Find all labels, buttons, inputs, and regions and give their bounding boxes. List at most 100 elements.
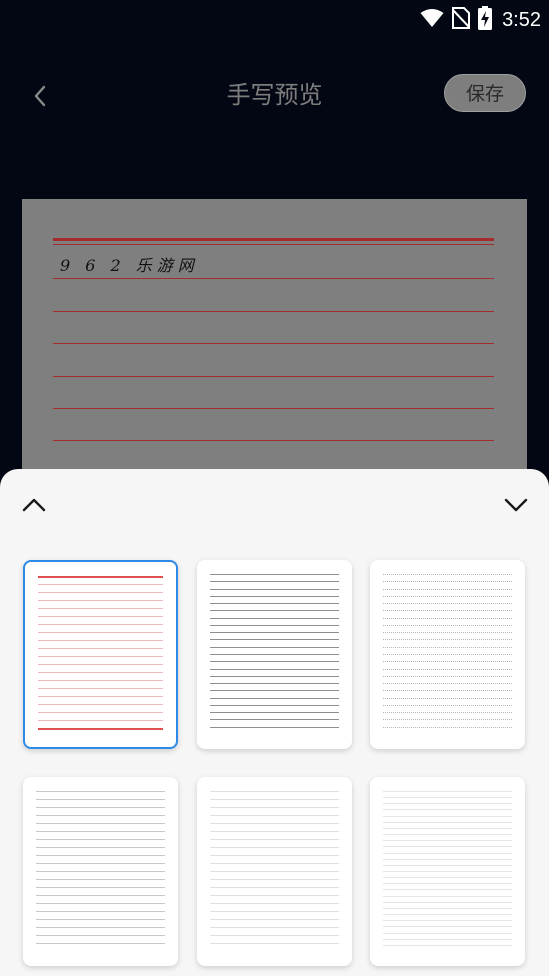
- ruled-line: [38, 720, 163, 721]
- ruled-line: [210, 581, 339, 583]
- template-card-dotted[interactable]: [370, 560, 525, 749]
- ruled-line: [36, 847, 165, 848]
- ruled-line: [38, 584, 163, 585]
- ruled-line: [210, 624, 339, 626]
- template-card-red-lined[interactable]: [23, 560, 178, 749]
- ruled-line: [383, 889, 512, 891]
- ruled-line: [210, 887, 339, 888]
- chevron-down-icon: [504, 498, 528, 512]
- ruled-line: [210, 668, 339, 670]
- ruled-line: [383, 858, 512, 860]
- paper-thumbnail: [210, 787, 339, 956]
- ruled-line: [36, 799, 165, 800]
- ruled-line: [383, 926, 512, 928]
- ruled-line: [383, 846, 512, 848]
- paper-thumbnail: [210, 570, 339, 739]
- ruled-line: [38, 608, 163, 609]
- ruled-line: [383, 639, 512, 641]
- ruled-line: [383, 646, 512, 648]
- ruled-line: [38, 592, 163, 593]
- ruled-line: [383, 683, 512, 685]
- preview-rule: [53, 376, 494, 377]
- ruled-line: [383, 595, 512, 597]
- preview-rule: [53, 440, 494, 441]
- ruled-line: [383, 914, 512, 916]
- expand-button[interactable]: [500, 489, 532, 521]
- status-bar: 3:52: [0, 0, 549, 38]
- ruled-line: [210, 726, 339, 728]
- battery-charging-icon: [478, 6, 493, 34]
- preview-rule: [53, 278, 494, 279]
- ruled-line: [383, 624, 512, 626]
- ruled-line: [210, 815, 339, 816]
- ruled-line: [36, 919, 165, 920]
- ruled-line: [36, 887, 165, 888]
- template-card-light-lined[interactable]: [23, 777, 178, 966]
- ruled-line: [210, 697, 339, 699]
- template-card-faint-lined-dense[interactable]: [370, 777, 525, 966]
- ruled-line: [383, 932, 512, 934]
- ruled-line: [383, 632, 512, 634]
- ruled-line: [383, 920, 512, 922]
- ruled-line: [210, 855, 339, 856]
- template-card-faint-lined[interactable]: [197, 777, 352, 966]
- ruled-line: [383, 827, 512, 829]
- ruled-line: [210, 791, 339, 792]
- ruled-line: [383, 719, 512, 721]
- ruled-line: [383, 726, 512, 728]
- paper-thumbnail: [383, 787, 512, 956]
- ruled-line: [210, 847, 339, 848]
- ruled-line: [210, 903, 339, 904]
- ruled-line: [210, 603, 339, 605]
- ruled-line: [210, 704, 339, 706]
- ruled-line: [210, 799, 339, 800]
- ruled-line: [36, 935, 165, 936]
- preview-rule: [53, 244, 494, 245]
- ruled-line: [38, 680, 163, 681]
- ruled-line: [383, 704, 512, 706]
- ruled-line: [383, 581, 512, 583]
- ruled-line: [210, 595, 339, 597]
- paper-template-sheet: [0, 469, 549, 976]
- status-time: 3:52: [502, 8, 541, 31]
- ruled-line: [36, 855, 165, 856]
- chevron-up-icon: [22, 498, 46, 512]
- ruled-line: [210, 927, 339, 928]
- ruled-line: [36, 791, 165, 792]
- ruled-line: [383, 574, 512, 575]
- collapse-button[interactable]: [18, 489, 50, 521]
- ruled-line: [383, 834, 512, 836]
- ruled-line: [210, 919, 339, 920]
- ruled-line: [210, 661, 339, 663]
- ruled-line: [383, 654, 512, 655]
- preview-rule: [53, 408, 494, 409]
- ruled-line: [210, 839, 339, 840]
- ruled-line: [36, 839, 165, 840]
- ruled-line: [38, 672, 163, 673]
- ruled-line: [38, 704, 163, 705]
- ruled-line: [36, 871, 165, 872]
- ruled-line: [210, 690, 339, 692]
- ruled-line: [210, 654, 339, 655]
- ruled-line: [210, 871, 339, 872]
- template-card-gray-lined[interactable]: [197, 560, 352, 749]
- ruled-line: [210, 823, 339, 824]
- ruled-line: [383, 852, 512, 854]
- ruled-line: [210, 632, 339, 634]
- ruled-line: [383, 938, 512, 940]
- ruled-line: [383, 791, 512, 792]
- save-button[interactable]: 保存: [444, 74, 526, 112]
- ruled-line: [383, 864, 512, 866]
- preview-rule: [53, 311, 494, 312]
- ruled-line: [210, 911, 339, 912]
- ruled-line: [36, 927, 165, 928]
- ruled-line: [210, 639, 339, 641]
- ruled-line: [383, 603, 512, 605]
- ruled-line: [383, 610, 512, 612]
- ruled-line: [36, 895, 165, 896]
- preview-top-rule: [53, 238, 494, 241]
- ruled-line: [210, 807, 339, 808]
- paper-thumbnail: [36, 787, 165, 956]
- ruled-line: [36, 879, 165, 880]
- ruled-line: [383, 668, 512, 670]
